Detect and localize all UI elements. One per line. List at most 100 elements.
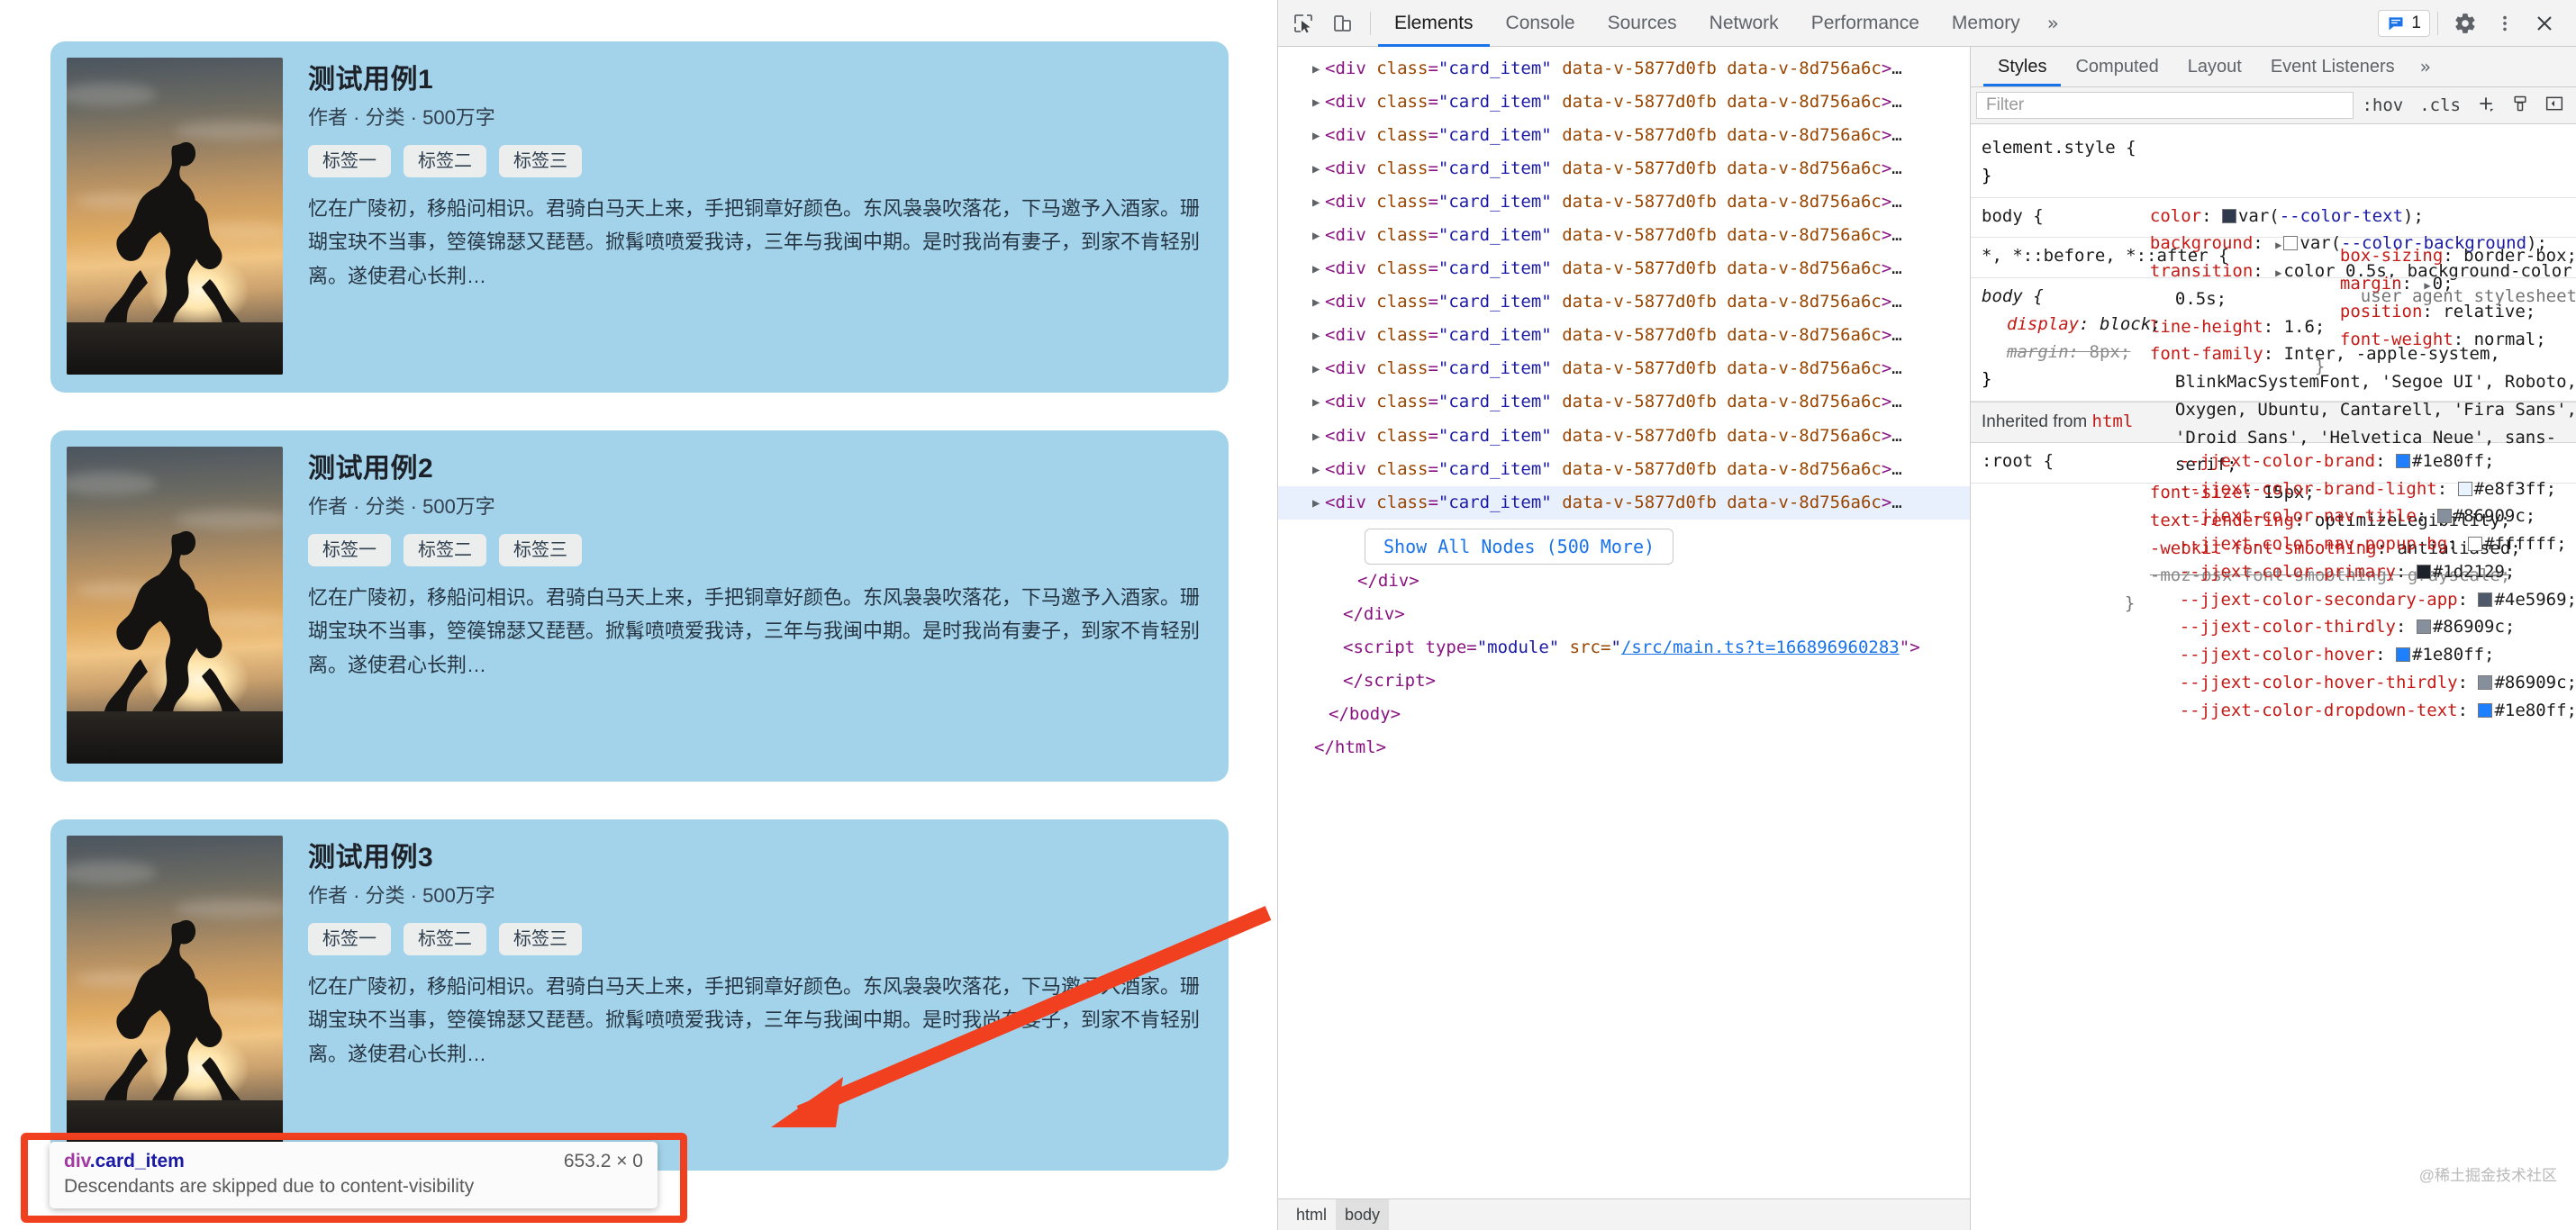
dom-node-card-item[interactable]: ▶ <div class="card_item" data-v-5877d0fb … <box>1278 86 1970 119</box>
color-swatch[interactable] <box>2395 453 2410 468</box>
new-style-rule-icon[interactable] <box>2503 95 2537 117</box>
devtools-tab-console[interactable]: Console <box>1490 0 1592 47</box>
styles-tab-event-listeners[interactable]: Event Listeners <box>2256 47 2409 86</box>
css-property[interactable]: --jjext-color-brand <box>2180 451 2375 471</box>
expand-triangle-icon[interactable]: ▶ <box>1312 191 1320 215</box>
styles-tab-styles[interactable]: Styles <box>1983 47 2061 86</box>
dom-node-card-item[interactable]: ▶ <div class="card_item" data-v-5877d0fb … <box>1278 453 1970 486</box>
dom-node-card-item[interactable]: ▶ <div class="card_item" data-v-5877d0fb … <box>1278 152 1970 185</box>
css-property[interactable]: color <box>2150 206 2201 226</box>
color-swatch[interactable] <box>2395 647 2410 663</box>
css-selector[interactable]: body { <box>1982 206 2044 226</box>
css-property[interactable]: --jjext-color-primary <box>2180 562 2396 582</box>
toggle-sidebar-icon[interactable] <box>2537 95 2571 117</box>
card-item[interactable]: 测试用例2 作者 · 分类 · 500万字 标签一 标签二 标签三 忆在广陵初，移船问相识… <box>50 430 1229 782</box>
card-item[interactable]: 测试用例3 作者 · 分类 · 500万字 标签一 标签二 标签三 忆在广陵初，移船问相识… <box>50 819 1229 1171</box>
cls-toggle[interactable]: .cls <box>2411 95 2469 115</box>
card-tag[interactable]: 标签一 <box>308 922 391 955</box>
card-tag[interactable]: 标签三 <box>499 922 582 955</box>
css-property[interactable]: --jjext-color-dropdown-text <box>2180 701 2458 720</box>
breadcrumb-item-body[interactable]: body <box>1336 1199 1390 1230</box>
color-swatch[interactable] <box>2416 564 2431 579</box>
dom-node-card-item[interactable]: ▶ <div class="card_item" data-v-5877d0fb … <box>1278 285 1970 319</box>
dom-node-card-item[interactable]: ▶ <div class="card_item" data-v-5877d0fb … <box>1278 385 1970 419</box>
card-tag[interactable]: 标签一 <box>308 533 391 566</box>
color-swatch[interactable] <box>2478 702 2493 718</box>
device-toolbar-icon[interactable] <box>1323 5 1363 41</box>
card-tag[interactable]: 标签二 <box>404 144 486 177</box>
expand-triangle-icon[interactable]: ▶ <box>1312 357 1320 382</box>
card-tag[interactable]: 标签二 <box>404 922 486 955</box>
css-source-link[interactable]: user agent stylesheet <box>2361 283 2576 311</box>
css-source-link[interactable]: --jjext-color-brand: #1e80ff; --jjext-col… <box>2154 448 2576 725</box>
dom-node-card-item[interactable]: ▶ <div class="card_item" data-v-5877d0fb … <box>1278 119 1970 152</box>
styles-tab-layout[interactable]: Layout <box>2173 47 2256 86</box>
color-swatch[interactable] <box>2416 620 2431 635</box>
close-icon[interactable] <box>2525 5 2564 41</box>
expand-triangle-icon[interactable]: ▶ <box>1312 258 1320 282</box>
dom-node-card-item[interactable]: ▶ <div class="card_item" data-v-5877d0fb … <box>1278 252 1970 285</box>
gear-icon[interactable] <box>2445 5 2485 41</box>
message-count-chip[interactable]: 1 <box>2378 9 2430 37</box>
styles-more-tabs-chevron[interactable]: » <box>2409 56 2442 77</box>
css-property[interactable]: --jjext-color-hover <box>2180 645 2375 665</box>
color-swatch[interactable] <box>2457 481 2472 496</box>
dom-node-card-item[interactable]: ▶ <div class="card_item" data-v-5877d0fb … <box>1278 219 1970 252</box>
css-property[interactable]: --jjext-color-brand-light <box>2180 479 2437 499</box>
dom-script-node[interactable]: <script type="module" src="/src/main.ts?… <box>1314 631 1970 698</box>
css-property[interactable]: --jjext-color-nav-title <box>2180 506 2417 526</box>
card-tag[interactable]: 标签三 <box>499 533 582 566</box>
devtools-tab-network[interactable]: Network <box>1693 0 1795 47</box>
expand-triangle-icon[interactable]: ▶ <box>1312 158 1320 182</box>
expand-triangle-icon[interactable]: ▶ <box>1312 492 1320 516</box>
dom-node-card-item[interactable]: ▶ <div class="card_item" data-v-5877d0fb … <box>1278 420 1970 453</box>
expand-triangle-icon[interactable]: ▶ <box>1312 425 1320 449</box>
color-swatch[interactable] <box>2221 208 2236 223</box>
dom-node-card-item[interactable]: ▶ <div class="card_item" data-v-5877d0fb … <box>1278 485 1970 520</box>
devtools-tab-performance[interactable]: Performance <box>1795 0 1936 47</box>
card-tag[interactable]: 标签三 <box>499 144 582 177</box>
dom-close-div-2[interactable]: </div> <box>1343 604 1405 624</box>
css-property[interactable]: margin <box>2007 342 2069 362</box>
breadcrumb-item-html[interactable]: html <box>1287 1199 1336 1230</box>
dom-close-div-1[interactable]: </div> <box>1357 571 1420 591</box>
expand-triangle-icon[interactable]: ▶ <box>1312 391 1320 415</box>
card-item[interactable]: 测试用例1 作者 · 分类 · 500万字 标签一 标签二 标签三 忆在广陵初，移船问相识… <box>50 41 1229 393</box>
expand-triangle-icon[interactable]: ▶ <box>1312 224 1320 249</box>
css-property[interactable]: display <box>2007 314 2079 334</box>
dom-node-card-item[interactable]: ▶ <div class="card_item" data-v-5877d0fb … <box>1278 185 1970 219</box>
expand-triangle-icon[interactable]: ▶ <box>1312 58 1320 82</box>
styles-filter-input[interactable]: Filter <box>1976 92 2354 119</box>
css-property[interactable]: --jjext-color-secondary-app <box>2180 590 2458 610</box>
expand-triangle-icon[interactable]: ▶ <box>1312 91 1320 115</box>
show-all-nodes-button[interactable]: Show All Nodes (500 More) <box>1365 528 1674 565</box>
dom-close-html[interactable]: </html> <box>1314 737 1386 757</box>
devtools-tab-memory[interactable]: Memory <box>1936 0 2036 47</box>
css-selector[interactable]: *, *::before, *::after { <box>1982 246 2229 266</box>
expand-triangle-icon[interactable]: ▶ <box>1312 291 1320 315</box>
dom-node-card-item[interactable]: ▶ <div class="card_item" data-v-5877d0fb … <box>1278 52 1970 86</box>
card-tag[interactable]: 标签二 <box>404 533 486 566</box>
css-selector[interactable]: body { <box>1982 286 2044 306</box>
css-property[interactable]: --jjext-color-nav-popup-bg <box>2180 534 2447 554</box>
dom-node-card-item[interactable]: ▶ <div class="card_item" data-v-5877d0fb … <box>1278 352 1970 385</box>
color-swatch[interactable] <box>2468 537 2483 552</box>
new-rule-button[interactable] <box>2469 95 2503 117</box>
dom-close-body[interactable]: </body> <box>1329 704 1401 724</box>
dom-tree-pane[interactable]: ▶ <div class="card_item" data-v-5877d0fb … <box>1278 47 1971 1230</box>
expand-triangle-icon[interactable]: ▶ <box>1312 324 1320 348</box>
css-property[interactable]: --jjext-color-hover-thirdly <box>2180 673 2458 692</box>
css-selector[interactable]: element.style { <box>1982 138 2136 158</box>
styles-tab-computed[interactable]: Computed <box>2061 47 2172 86</box>
devtools-tab-sources[interactable]: Sources <box>1592 0 1693 47</box>
inspect-cursor-icon[interactable] <box>1283 5 1323 41</box>
css-property[interactable]: --jjext-color-thirdly <box>2180 617 2396 637</box>
css-selector[interactable]: :root { <box>1982 451 2054 471</box>
expand-triangle-icon[interactable]: ▶ <box>1312 458 1320 483</box>
dom-node-card-item[interactable]: ▶ <div class="card_item" data-v-5877d0fb … <box>1278 319 1970 352</box>
kebab-menu-icon[interactable] <box>2485 5 2525 41</box>
css-property[interactable]: box-sizing <box>2340 246 2443 266</box>
color-swatch[interactable] <box>2436 509 2452 524</box>
color-swatch[interactable] <box>2478 675 2493 691</box>
more-tabs-chevron[interactable]: » <box>2036 13 2070 34</box>
